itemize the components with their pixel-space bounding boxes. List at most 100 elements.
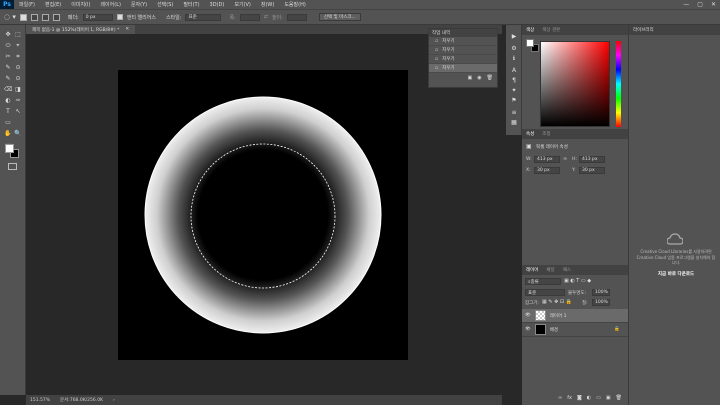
- tab-libraries[interactable]: 라이브러리: [633, 27, 654, 33]
- close-icon[interactable]: ✕: [711, 1, 716, 8]
- rectangle-tool-icon[interactable]: ▭: [4, 119, 12, 126]
- healing-tool-icon[interactable]: ⊙: [14, 64, 22, 71]
- info-panel-icon[interactable]: ℹ: [510, 55, 518, 62]
- frame-tool-icon[interactable]: ⌗: [14, 53, 22, 60]
- tab-layers[interactable]: 레이어: [526, 267, 538, 273]
- add-selection-icon[interactable]: [30, 13, 38, 21]
- foreground-color-chip[interactable]: [526, 39, 534, 47]
- close-tab-icon[interactable]: ✕: [125, 27, 129, 32]
- eyedropper-tool-icon[interactable]: ✎: [4, 64, 12, 71]
- quick-mask-icon[interactable]: [8, 163, 17, 170]
- quick-select-tool-icon[interactable]: ⌖: [14, 42, 22, 49]
- layer-name[interactable]: 레이어 1: [550, 313, 567, 319]
- width-prop-input[interactable]: 413 px: [534, 156, 560, 163]
- paragraph-panel-icon[interactable]: ¶: [510, 77, 518, 84]
- actions-panel-icon[interactable]: ≡: [510, 109, 518, 116]
- fx-icon[interactable]: fx: [567, 395, 572, 401]
- document-canvas[interactable]: [118, 70, 408, 360]
- height-input[interactable]: [286, 13, 307, 21]
- new-document-icon[interactable]: ▣: [468, 75, 473, 81]
- type-tool-icon[interactable]: T: [4, 108, 12, 115]
- foreground-color-swatch[interactable]: [5, 144, 14, 153]
- tab-properties[interactable]: 속성: [526, 131, 534, 137]
- move-tool-icon[interactable]: ✥: [4, 31, 12, 38]
- swap-icon[interactable]: ⇄: [264, 14, 268, 20]
- brush-tool-icon[interactable]: ✎: [4, 75, 12, 82]
- tab-adjustments[interactable]: 조정: [542, 131, 550, 137]
- history-item-selected[interactable]: ▫ 지우기: [429, 64, 497, 73]
- tab-swatches[interactable]: 색상 견본: [542, 27, 560, 33]
- antialias-checkbox[interactable]: [116, 14, 123, 20]
- menu-filter[interactable]: 필터(T): [178, 1, 204, 8]
- layer-row[interactable]: 👁 배경 🔒: [522, 323, 628, 337]
- tab-paths[interactable]: 패스: [563, 267, 571, 273]
- history-item[interactable]: ▫ 지우기: [429, 37, 497, 46]
- new-selection-icon[interactable]: [19, 13, 27, 21]
- maximize-icon[interactable]: ▢: [697, 1, 703, 8]
- tab-color[interactable]: 색상: [526, 27, 534, 33]
- adjustment-icon[interactable]: ◐: [587, 395, 591, 401]
- zoom-level[interactable]: 151.57%: [30, 398, 50, 403]
- layer-filter-icons[interactable]: ▣ ◐ T ▭ ◆: [564, 278, 591, 284]
- menu-3d[interactable]: 3D(D): [205, 2, 230, 8]
- menu-edit[interactable]: 편집(E): [40, 1, 66, 8]
- lock-icons[interactable]: ▦ ✎ ✥ ⊡ 🔒: [542, 299, 572, 305]
- download-now-link[interactable]: 지금 바로 다운로드: [635, 271, 717, 277]
- glyph-panel-icon[interactable]: ⚑: [510, 97, 518, 104]
- eye-icon[interactable]: 👁: [525, 327, 531, 332]
- canvas-area[interactable]: [26, 34, 502, 395]
- marquee-tool-preset-icon[interactable]: ◌ ▾: [4, 13, 16, 21]
- fill-input[interactable]: 100%: [592, 299, 610, 306]
- intersect-selection-icon[interactable]: [52, 13, 60, 21]
- menu-image[interactable]: 이미지(I): [66, 1, 95, 8]
- swatches-panel-icon[interactable]: ▦: [510, 119, 518, 126]
- height-prop-input[interactable]: 413 px: [579, 156, 605, 163]
- menu-layer[interactable]: 레이어(L): [95, 1, 126, 8]
- character-panel-icon[interactable]: A: [510, 67, 518, 74]
- eye-icon[interactable]: 👁: [525, 313, 531, 318]
- properties-panel-icon[interactable]: ⚙: [510, 45, 518, 52]
- snapshot-icon[interactable]: ◉: [477, 75, 481, 81]
- history-panel-icon[interactable]: ▶: [510, 33, 518, 40]
- hue-slider[interactable]: [616, 41, 621, 127]
- link-dimensions-icon[interactable]: ∞: [563, 156, 567, 162]
- menu-type[interactable]: 문자(Y): [126, 1, 152, 8]
- feather-input[interactable]: 0 px: [82, 13, 113, 21]
- mask-icon[interactable]: ◙: [577, 395, 582, 401]
- pen-tool-icon[interactable]: ✑: [14, 97, 22, 104]
- subtract-selection-icon[interactable]: [41, 13, 49, 21]
- style-select[interactable]: 표준: [185, 13, 222, 21]
- menu-view[interactable]: 보기(V): [229, 1, 256, 8]
- link-layers-icon[interactable]: ∞: [558, 395, 562, 401]
- opacity-input[interactable]: 100%: [592, 289, 610, 296]
- minimize-icon[interactable]: —: [683, 1, 689, 8]
- select-mask-button[interactable]: 선택 및 마스크...: [318, 13, 361, 21]
- path-select-tool-icon[interactable]: ↖: [14, 108, 22, 115]
- layer-name[interactable]: 배경: [550, 327, 558, 333]
- menu-help[interactable]: 도움말(H): [279, 1, 310, 8]
- history-panel-title[interactable]: 작업 내역: [432, 30, 450, 36]
- tab-channels[interactable]: 채널: [546, 267, 554, 273]
- menu-select[interactable]: 선택(S): [152, 1, 178, 8]
- layer-kind-filter[interactable]: ⌕ 종류: [525, 278, 561, 285]
- delete-layer-icon[interactable]: 🗑: [616, 395, 622, 401]
- zoom-tool-icon[interactable]: 🔍: [14, 130, 22, 137]
- marquee-tool-icon[interactable]: ⬚: [14, 31, 22, 38]
- document-tab[interactable]: 제목 없음-1 @ 152%(레이어 1, RGB/8#) * ✕: [26, 25, 136, 34]
- x-prop-input[interactable]: 30 px: [534, 167, 560, 174]
- stamp-tool-icon[interactable]: ⊙: [14, 75, 22, 82]
- group-icon[interactable]: ▭: [596, 395, 601, 401]
- y-prop-input[interactable]: 30 px: [579, 167, 605, 174]
- dodge-tool-icon[interactable]: ◐: [4, 97, 12, 104]
- gradient-tool-icon[interactable]: ◨: [14, 86, 22, 93]
- eraser-tool-icon[interactable]: ⌫: [4, 86, 12, 93]
- layer-row-selected[interactable]: 👁 레이어 1: [522, 309, 628, 323]
- history-item[interactable]: ▫ 지우기: [429, 46, 497, 55]
- new-layer-icon[interactable]: ▣: [606, 395, 611, 401]
- crop-tool-icon[interactable]: ✂: [4, 53, 12, 60]
- menu-window[interactable]: 창(W): [256, 1, 279, 8]
- history-item[interactable]: ▫ 지우기: [429, 55, 497, 64]
- color-picker-field[interactable]: [540, 41, 610, 127]
- blend-mode-select[interactable]: 표준: [525, 289, 565, 296]
- trash-icon[interactable]: 🗑: [487, 75, 493, 81]
